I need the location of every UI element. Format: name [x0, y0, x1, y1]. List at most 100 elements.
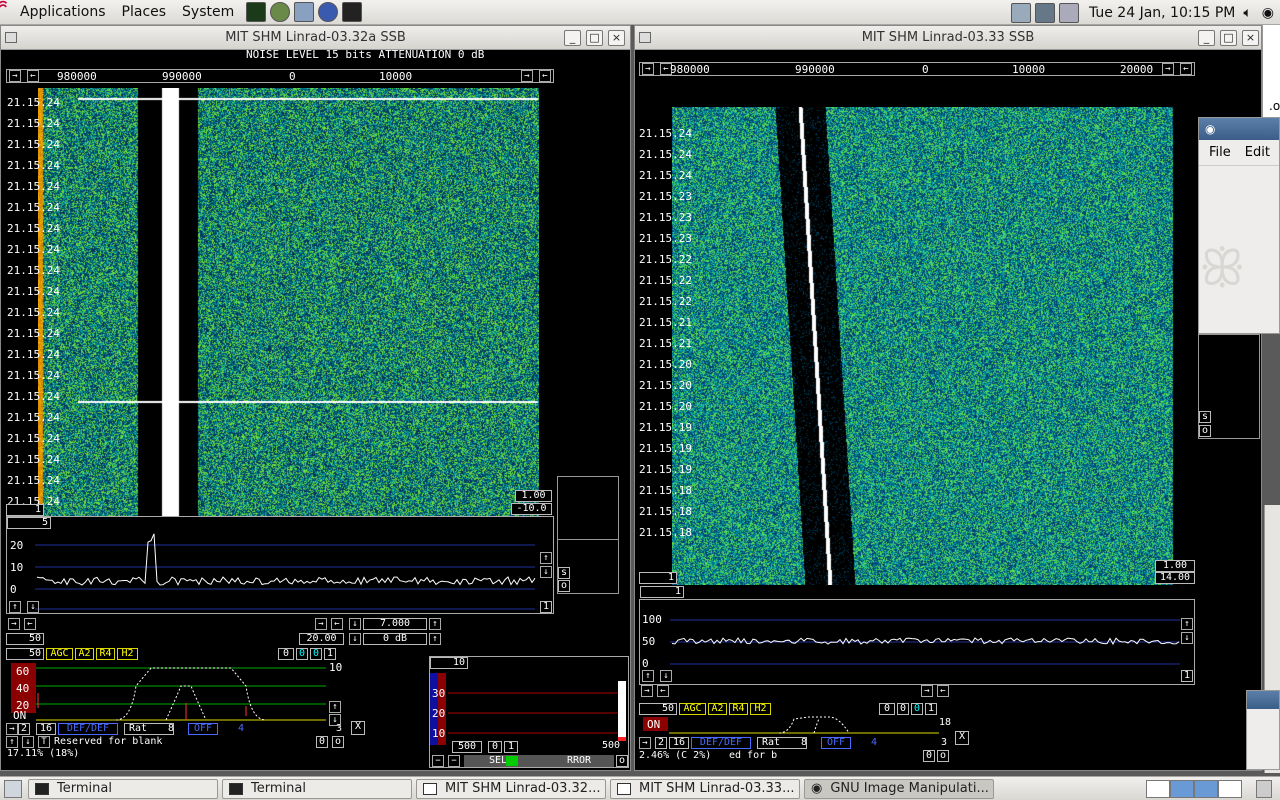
menu-edit[interactable]: Edit	[1241, 145, 1274, 160]
wf-avg[interactable]: 1	[639, 572, 677, 584]
off-button[interactable]: OFF	[188, 723, 218, 735]
bfo-bottom-0[interactable]: 0	[923, 750, 935, 762]
web-browser-icon[interactable]	[318, 2, 339, 22]
minimize-button[interactable]: _	[1198, 30, 1215, 46]
bfo-up-arrow-2[interactable]: ↑	[329, 701, 341, 713]
db-down-arrow[interactable]: ↓	[349, 633, 361, 645]
s-button[interactable]: s	[1199, 411, 1211, 423]
ruler-right-arrow-2[interactable]: →	[1162, 63, 1174, 75]
wf-offset[interactable]: 14.00	[1155, 572, 1195, 584]
spectrum-small[interactable]: 5	[7, 517, 51, 529]
bfo-down-arrow-2[interactable]: ↓	[329, 714, 341, 726]
bw-value[interactable]: 50	[6, 633, 44, 645]
spectrum-down-arrow-2[interactable]: ↓	[27, 601, 39, 613]
s-button[interactable]: s	[558, 567, 570, 579]
def-def-button[interactable]: DEF/DEF	[58, 723, 118, 735]
bw-right-arrow[interactable]: →	[641, 685, 653, 697]
terminal-launcher-icon[interactable]	[342, 2, 363, 22]
bfo-right-arrow[interactable]: →	[6, 723, 18, 735]
spectrum-down-arrow-2[interactable]: ↓	[660, 670, 672, 682]
bw-left-arrow-2[interactable]: ←	[937, 685, 949, 697]
o-button[interactable]: o	[558, 580, 570, 592]
ruler-left-arrow-2[interactable]: ←	[539, 70, 551, 82]
bfo-bottom-o[interactable]: o	[332, 736, 344, 748]
close-button[interactable]: ×	[1242, 30, 1259, 46]
workspace-switcher[interactable]	[1146, 780, 1242, 798]
bfo-down-arrow[interactable]: ↓	[22, 736, 34, 748]
task-gimp[interactable]: ◉ GNU Image Manipulati...	[804, 778, 994, 799]
spectrum-panel[interactable]: 1 100 50 0 ↑ ↓ ↑ ↓ 1	[639, 586, 1195, 685]
spectrum-up-arrow-2[interactable]: ↑	[642, 670, 654, 682]
workspace-1[interactable]	[1146, 780, 1170, 798]
gain-up-arrow[interactable]: ↑	[429, 618, 441, 630]
wf-gain[interactable]: 1.00	[1155, 560, 1195, 572]
error-indicator[interactable]: RROR	[544, 755, 614, 767]
left-titlebar[interactable]: MIT SHM Linrad-03.32a SSB _ □ ×	[1, 26, 630, 50]
gimp-titlebar[interactable]: ◉	[1199, 118, 1279, 140]
gimp-launcher-icon[interactable]	[270, 2, 291, 22]
gimp-canvas-area[interactable]: ꕥ	[1199, 238, 1279, 298]
ctl-16[interactable]: 16	[36, 723, 56, 735]
wf-avg[interactable]: 1	[6, 504, 44, 516]
bw-right-arrow[interactable]: →	[8, 618, 20, 630]
waterfall-canvas[interactable]	[672, 107, 1175, 585]
waterfall-display[interactable]	[672, 107, 1175, 585]
spectrum-down-arrow[interactable]: ↓	[540, 566, 552, 578]
sm-bottom[interactable]: 0	[488, 741, 502, 753]
update-icon[interactable]	[1058, 2, 1079, 23]
spectrum-down-arrow[interactable]: ↓	[1181, 632, 1193, 644]
gain-value[interactable]: 7.000	[363, 618, 427, 630]
bfo-up-arrow[interactable]: ↑	[6, 736, 18, 748]
minimize-button[interactable]: _	[564, 30, 581, 46]
system-monitor-icon[interactable]	[246, 2, 267, 22]
gimp-tray-icon[interactable]: ◉	[1262, 5, 1274, 21]
spectrum-num[interactable]: 1	[640, 586, 684, 598]
rat-label[interactable]: Rat	[124, 723, 174, 735]
bfo-t-button[interactable]: T	[38, 736, 50, 748]
right-titlebar[interactable]: MIT SHM Linrad-03.33 SSB _ □ ×	[635, 26, 1261, 50]
close-x-button[interactable]: X	[955, 731, 969, 745]
sm-o-button[interactable]: o	[616, 755, 628, 767]
task-terminal-1[interactable]: Terminal	[28, 778, 218, 799]
bw-left-arrow-2[interactable]: ←	[331, 618, 343, 630]
show-desktop-icon[interactable]	[4, 779, 22, 798]
network-icon[interactable]	[1010, 2, 1031, 23]
clock[interactable]: Tue 24 Jan, 10:15 PM	[1089, 5, 1235, 21]
network-status-icon[interactable]	[1034, 2, 1055, 23]
spectrum-right-num[interactable]: 1	[1181, 670, 1193, 682]
task-linrad-2[interactable]: MIT SHM Linrad-03.33...	[610, 778, 800, 799]
sel-indicator[interactable]: SELLI	[464, 755, 544, 767]
waterfall-display[interactable]	[38, 88, 539, 516]
bw-right-arrow-2[interactable]: →	[921, 685, 933, 697]
rat-label[interactable]: Rat	[757, 737, 807, 749]
maximize-button[interactable]: □	[586, 30, 603, 46]
sm-bottom[interactable]: 500	[452, 741, 482, 753]
sm-minus-button[interactable]: −	[432, 755, 444, 767]
close-button[interactable]: ×	[608, 30, 625, 46]
maximize-button[interactable]: □	[1220, 30, 1237, 46]
menu-places[interactable]: Places	[114, 0, 175, 25]
ruler-right-arrow[interactable]: →	[9, 70, 21, 82]
o-button[interactable]: o	[1199, 425, 1211, 437]
db-up-arrow[interactable]: ↑	[429, 633, 441, 645]
file-manager-icon[interactable]	[294, 2, 315, 22]
menu-system[interactable]: System	[174, 0, 242, 25]
spectrum-up-arrow-2[interactable]: ↑	[9, 601, 21, 613]
ruler-left-arrow[interactable]: ←	[27, 70, 39, 82]
off-button[interactable]: OFF	[821, 737, 851, 749]
workspace-3[interactable]	[1194, 780, 1218, 798]
sm-bottom[interactable]: 500	[596, 741, 626, 753]
close-x-button[interactable]: X	[351, 721, 365, 735]
menu-applications[interactable]: Applications	[12, 0, 114, 25]
waterfall-canvas[interactable]	[38, 88, 539, 516]
volume-icon[interactable]: 🔈︎	[1243, 5, 1251, 21]
menu-file[interactable]: File	[1199, 145, 1241, 160]
workspace-2[interactable]	[1170, 780, 1194, 798]
spectrum-panel[interactable]: 20 10 0 5 ↑ ↓ ↑ ↓ 1	[6, 516, 554, 614]
workspace-4[interactable]	[1218, 780, 1242, 798]
bw-right-arrow-2[interactable]: →	[315, 618, 327, 630]
bfo-bottom-0[interactable]: 0	[316, 736, 328, 748]
def-def-button[interactable]: DEF/DEF	[691, 737, 751, 749]
task-linrad-1[interactable]: MIT SHM Linrad-03.32...	[416, 778, 606, 799]
wf-gain[interactable]: 1.00	[515, 490, 552, 502]
